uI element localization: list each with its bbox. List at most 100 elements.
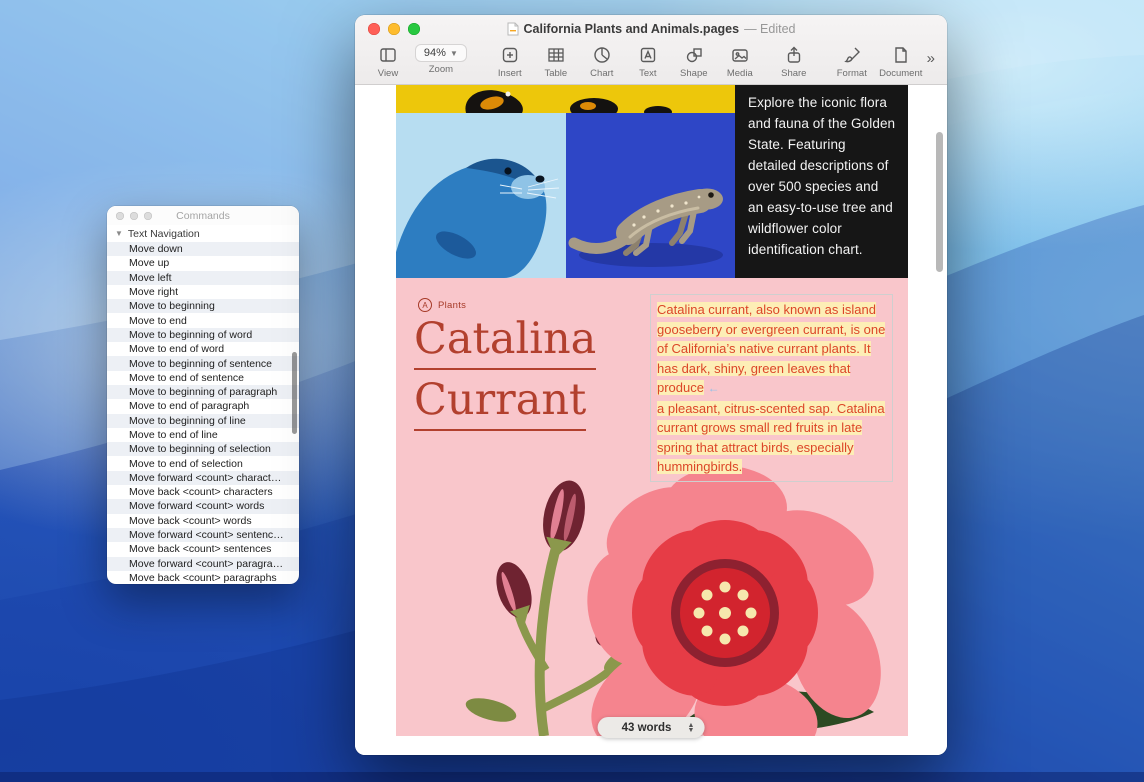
toolbar-share-button[interactable]: Share — [777, 44, 811, 79]
command-item-label: Move back <count> characters — [129, 486, 273, 498]
command-item[interactable]: Move to beginning of sentence — [107, 356, 299, 370]
command-item[interactable]: Move to beginning — [107, 299, 299, 313]
shape-icon — [684, 44, 704, 66]
command-item[interactable]: Move forward <count> paragra… — [107, 557, 299, 571]
command-item[interactable]: Move left — [107, 271, 299, 285]
command-item[interactable]: Move to beginning of line — [107, 414, 299, 428]
command-item[interactable]: Move to end of word — [107, 342, 299, 356]
command-item-label: Move back <count> sentences — [129, 543, 271, 555]
commands-window-title: Commands — [176, 210, 230, 222]
commands-titlebar[interactable]: Commands — [107, 206, 299, 225]
plants-section[interactable]: A Plants Catalina Currant Catalina curra… — [396, 278, 908, 736]
toolbar-insert-label: Insert — [498, 68, 522, 79]
close-button[interactable] — [368, 23, 380, 35]
command-item[interactable]: Move to end — [107, 313, 299, 327]
view-icon — [378, 44, 398, 66]
toolbar-insert-button[interactable]: Insert — [493, 44, 527, 79]
command-item[interactable]: Move to beginning of paragraph — [107, 385, 299, 399]
command-item-label: Move to end of line — [129, 429, 218, 441]
toolbar-shape-button[interactable]: Shape — [677, 44, 711, 79]
lizard-image[interactable] — [566, 113, 735, 278]
commands-section-header[interactable]: ▼ Text Navigation — [107, 225, 299, 242]
close-button[interactable] — [116, 212, 124, 220]
intro-text-box[interactable]: Explore the iconic flora and fauna of th… — [735, 85, 908, 278]
toolbar-share-label: Share — [781, 68, 806, 79]
document-proxy-icon[interactable] — [507, 22, 519, 36]
commands-list: Move down Move up Move left Move right M… — [107, 242, 299, 584]
toolbar-chart-button[interactable]: Chart — [585, 44, 619, 79]
command-item[interactable]: Move forward <count> sentenc… — [107, 528, 299, 542]
lizard-art — [566, 113, 735, 278]
seal-art — [396, 113, 566, 278]
window-edited-status: — Edited — [744, 22, 795, 36]
poppy-strip-image[interactable] — [396, 85, 735, 113]
command-item-label: Move to beginning of paragraph — [129, 386, 277, 398]
fullscreen-button[interactable] — [408, 23, 420, 35]
command-item[interactable]: Move down — [107, 242, 299, 256]
toolbar-view-label: View — [378, 68, 398, 79]
pages-toolbar: View 94% ▼ Zoom Insert Table — [355, 42, 947, 79]
command-item[interactable]: Move right — [107, 285, 299, 299]
commands-scrollbar-thumb[interactable] — [292, 352, 297, 434]
toolbar-format-label: Format — [837, 68, 867, 79]
word-count-value: 43 words — [622, 722, 672, 734]
toolbar-media-label: Media — [727, 68, 753, 79]
document-heading[interactable]: Catalina Currant — [414, 318, 596, 440]
toolbar-format-button[interactable]: Format — [835, 44, 869, 79]
command-item[interactable]: Move up — [107, 256, 299, 270]
command-item[interactable]: Move to end of line — [107, 428, 299, 442]
word-count-control[interactable]: 43 words ▲▼ — [598, 717, 705, 738]
section-eyebrow[interactable]: A Plants — [418, 298, 466, 312]
pages-window[interactable]: California Plants and Animals.pages — Ed… — [355, 15, 947, 755]
command-item[interactable]: Move to beginning of selection — [107, 442, 299, 456]
chevron-down-icon: ▼ — [450, 49, 458, 58]
command-item-label: Move back <count> words — [129, 515, 252, 527]
command-item-label: Move to beginning — [129, 300, 215, 312]
body-text-box[interactable]: Catalina currant, also known as island g… — [650, 294, 893, 482]
commands-section-label: Text Navigation — [128, 228, 200, 240]
zoom-button[interactable] — [144, 212, 152, 220]
command-item[interactable]: Move back <count> sentences — [107, 542, 299, 556]
document-scrollbar-thumb[interactable] — [936, 132, 943, 272]
toolbar-media-button[interactable]: Media — [723, 44, 757, 79]
toolbar-view-button[interactable]: View — [371, 44, 405, 79]
toolbar-overflow-button[interactable]: » — [927, 50, 935, 67]
command-item[interactable]: Move to end of paragraph — [107, 399, 299, 413]
command-item[interactable]: Move forward <count> charact… — [107, 471, 299, 485]
toolbar-table-button[interactable]: Table — [539, 44, 573, 79]
word-count-stepper-icon[interactable]: ▲▼ — [687, 723, 694, 733]
toolbar-shape-label: Shape — [680, 68, 707, 79]
toolbar-document-button[interactable]: Document — [881, 44, 921, 79]
format-brush-icon — [842, 44, 862, 66]
toolbar-text-button[interactable]: Text — [631, 44, 665, 79]
command-item[interactable]: Move back <count> words — [107, 514, 299, 528]
toolbar-document-label: Document — [879, 68, 922, 79]
text-icon — [638, 44, 658, 66]
toolbar-zoom-control: 94% ▼ Zoom — [417, 44, 465, 75]
insert-icon — [500, 44, 520, 66]
commands-window[interactable]: Commands ▼ Text Navigation Move down Mov… — [107, 206, 299, 584]
command-item-label: Move back <count> paragraphs — [129, 572, 277, 584]
command-item-label: Move down — [129, 243, 183, 255]
minimize-button[interactable] — [388, 23, 400, 35]
minimize-button[interactable] — [130, 212, 138, 220]
commands-window-controls — [116, 212, 152, 220]
command-item[interactable]: Move to end of sentence — [107, 371, 299, 385]
command-item[interactable]: Move to beginning of word — [107, 328, 299, 342]
command-item-label: Move left — [129, 272, 172, 284]
poppy-strip-art — [396, 85, 735, 113]
section-eyebrow-label: Plants — [438, 300, 466, 311]
toolbar-zoom-label: Zoom — [429, 64, 453, 75]
command-item[interactable]: Move to end of selection — [107, 456, 299, 470]
command-item[interactable]: Move back <count> paragraphs — [107, 571, 299, 584]
pages-titlebar[interactable]: California Plants and Animals.pages — Ed… — [355, 15, 947, 42]
zoom-dropdown[interactable]: 94% ▼ — [415, 44, 467, 62]
window-title: California Plants and Animals.pages — [524, 22, 740, 36]
section-badge: A — [418, 298, 432, 312]
heading-line-1: Catalina — [414, 318, 596, 370]
document-canvas[interactable]: Explore the iconic flora and fauna of th… — [355, 85, 947, 755]
command-item[interactable]: Move forward <count> words — [107, 499, 299, 513]
toolbar-text-label: Text — [639, 68, 656, 79]
command-item[interactable]: Move back <count> characters — [107, 485, 299, 499]
seal-image[interactable] — [396, 113, 566, 278]
